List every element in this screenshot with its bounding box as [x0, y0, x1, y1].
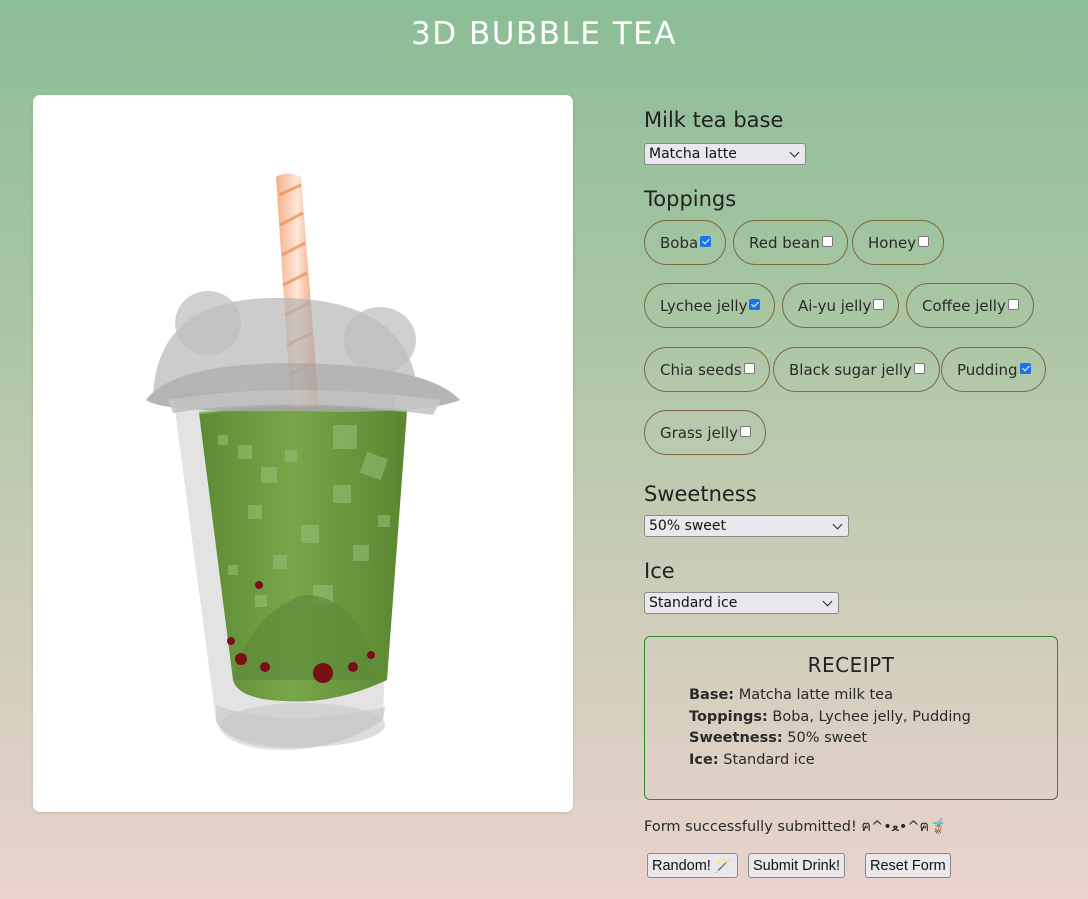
topping-red-bean[interactable]: Red bean	[733, 220, 848, 265]
topping-ai-yu-jelly[interactable]: Ai-yu jelly	[782, 283, 900, 328]
topping-checkbox[interactable]	[821, 236, 833, 247]
topping-label: Honey	[868, 233, 917, 252]
topping-pudding[interactable]: Pudding	[941, 347, 1046, 392]
topping-chia-seeds[interactable]: Chia seeds	[644, 347, 770, 392]
reset-button[interactable]: Reset Form	[865, 853, 951, 878]
topping-checkbox[interactable]	[873, 299, 885, 310]
topping-checkbox[interactable]	[1019, 363, 1031, 374]
receipt-base-label: Base:	[689, 687, 735, 703]
bubble-tea-3d-viewer[interactable]	[33, 95, 573, 812]
page-title: 3D BUBBLE TEA	[411, 16, 677, 52]
topping-boba[interactable]: Boba	[644, 220, 727, 265]
ice-select-value: Standard ice	[649, 595, 738, 611]
chevron-down-icon	[789, 147, 800, 157]
toppings-heading: Toppings	[644, 187, 737, 211]
receipt-sweetness-label: Sweetness:	[689, 730, 783, 746]
receipt-toppings: Toppings: Boba, Lychee jelly, Pudding	[689, 709, 971, 725]
receipt-ice: Ice: Standard ice	[689, 752, 815, 768]
topping-label: Black sugar jelly	[789, 360, 912, 379]
receipt-ice-value: Standard ice	[723, 752, 815, 768]
topping-label: Lychee jelly	[660, 296, 748, 315]
topping-label: Ai-yu jelly	[798, 296, 872, 315]
random-button[interactable]: Random! 🪄	[647, 853, 738, 878]
base-select[interactable]: Matcha latte	[644, 143, 806, 165]
topping-label: Coffee jelly	[922, 296, 1006, 315]
topping-grass-jelly[interactable]: Grass jelly	[644, 410, 766, 455]
status-message: Form successfully submitted! ฅ^•ﻌ•^ฅ🧋	[644, 819, 948, 835]
topping-checkbox[interactable]	[740, 426, 751, 437]
cup-lid	[146, 291, 460, 415]
topping-honey[interactable]: Honey	[852, 220, 945, 265]
topping-coffee-jelly[interactable]: Coffee jelly	[906, 283, 1034, 328]
topping-checkbox[interactable]	[700, 236, 712, 247]
ice-heading: Ice	[644, 559, 675, 583]
topping-label: Red bean	[749, 233, 820, 252]
receipt-base-value: Matcha latte milk tea	[738, 687, 893, 703]
receipt-toppings-value: Boba, Lychee jelly, Pudding	[772, 709, 971, 725]
topping-label: Grass jelly	[660, 423, 738, 442]
receipt-title: RECEIPT	[807, 653, 895, 677]
topping-label: Pudding	[957, 360, 1018, 379]
submit-button[interactable]: Submit Drink!	[748, 853, 846, 878]
receipt-sweetness-value: 50% sweet	[787, 730, 868, 746]
sweetness-select[interactable]: 50% sweet	[644, 515, 849, 537]
receipt-base: Base: Matcha latte milk tea	[689, 687, 893, 703]
base-heading: Milk tea base	[644, 108, 784, 132]
ice-select[interactable]: Standard ice	[644, 592, 839, 614]
receipt-ice-label: Ice:	[689, 752, 719, 768]
chevron-down-icon	[822, 596, 833, 606]
topping-lychee-jelly[interactable]: Lychee jelly	[644, 283, 776, 328]
chevron-down-icon	[832, 519, 843, 529]
topping-checkbox[interactable]	[743, 363, 755, 374]
topping-checkbox[interactable]	[913, 363, 925, 374]
topping-black-sugar-jelly[interactable]: Black sugar jelly	[773, 347, 940, 392]
receipt-toppings-label: Toppings:	[689, 709, 768, 725]
topping-checkbox[interactable]	[749, 299, 761, 310]
topping-label: Chia seeds	[660, 360, 742, 379]
base-select-value: Matcha latte	[649, 146, 737, 162]
receipt: RECEIPT Base: Matcha latte milk tea Topp…	[644, 636, 1058, 800]
sweetness-heading: Sweetness	[644, 482, 757, 506]
sweetness-select-value: 50% sweet	[649, 518, 727, 534]
receipt-sweetness: Sweetness: 50% sweet	[689, 730, 867, 746]
bubble-tea-illustration	[146, 173, 460, 750]
topping-label: Boba	[660, 233, 699, 252]
topping-checkbox[interactable]	[918, 236, 930, 247]
topping-checkbox[interactable]	[1007, 299, 1019, 310]
